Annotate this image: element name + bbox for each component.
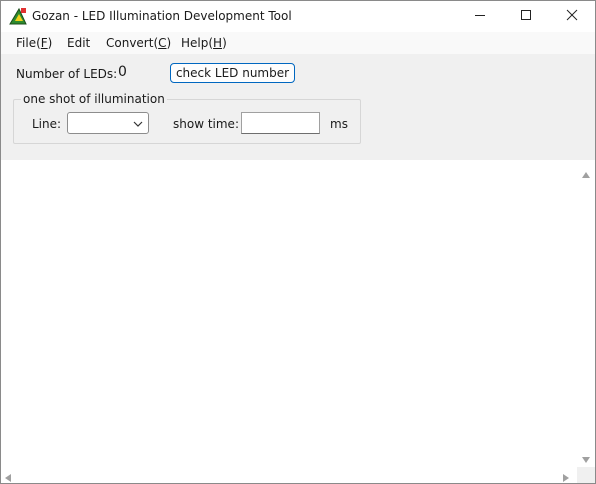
menu-help-label: Help( — [181, 36, 214, 50]
menu-convert-label-end: ) — [166, 36, 172, 50]
vertical-scrollbar[interactable] — [577, 160, 595, 467]
led-app-icon — [9, 7, 27, 25]
menu-convert[interactable]: Convert(C) — [106, 36, 171, 50]
controls-panel: Number of LEDs: 0 check LED number one s… — [1, 54, 595, 160]
app-window: Gozan - LED Illumination Development Too… — [0, 0, 596, 484]
output-text-area[interactable] — [1, 160, 595, 483]
menu-file-accel: F — [40, 36, 48, 50]
close-icon — [566, 9, 578, 24]
close-button[interactable] — [549, 1, 595, 32]
menu-help-label-end: ) — [222, 36, 227, 50]
scroll-right-arrow-icon[interactable] — [563, 471, 569, 483]
ms-unit-label: ms — [330, 117, 348, 131]
minimize-button[interactable] — [457, 1, 503, 32]
led-count-value: 0 — [118, 64, 127, 80]
menu-help-accel: H — [213, 36, 223, 50]
maximize-button[interactable] — [503, 1, 549, 32]
groupbox-title: one shot of illumination — [21, 92, 167, 106]
window-title: Gozan - LED Illumination Development Too… — [32, 9, 292, 23]
menu-file[interactable]: File(F) — [16, 36, 52, 50]
led-count-label: Number of LEDs: — [16, 67, 118, 81]
scrollbar-corner — [577, 467, 595, 483]
line-dropdown[interactable] — [67, 112, 149, 134]
menu-help[interactable]: Help(H) — [181, 36, 227, 50]
title-bar[interactable]: Gozan - LED Illumination Development Too… — [1, 1, 595, 32]
menu-bar: File(F) Edit Convert(C) Help(H) — [1, 32, 595, 54]
minimize-icon — [474, 9, 486, 24]
scroll-up-arrow-icon[interactable] — [582, 167, 590, 181]
maximize-icon — [520, 9, 532, 24]
menu-file-label: File( — [16, 36, 41, 50]
menu-file-label-end: ) — [47, 36, 53, 50]
horizontal-scrollbar[interactable] — [1, 467, 577, 483]
chevron-down-icon — [133, 118, 143, 128]
show-time-input[interactable] — [241, 112, 320, 134]
menu-convert-accel: C — [158, 36, 167, 50]
show-time-label: show time: — [173, 117, 239, 131]
scroll-left-arrow-icon[interactable] — [5, 471, 11, 483]
menu-convert-label: Convert( — [106, 36, 159, 50]
scroll-down-arrow-icon[interactable] — [582, 452, 590, 466]
line-label: Line: — [32, 117, 62, 131]
menu-edit[interactable]: Edit — [67, 36, 90, 50]
one-shot-groupbox: one shot of illumination Line: show time… — [13, 92, 361, 144]
check-led-number-button[interactable]: check LED number — [170, 63, 295, 83]
